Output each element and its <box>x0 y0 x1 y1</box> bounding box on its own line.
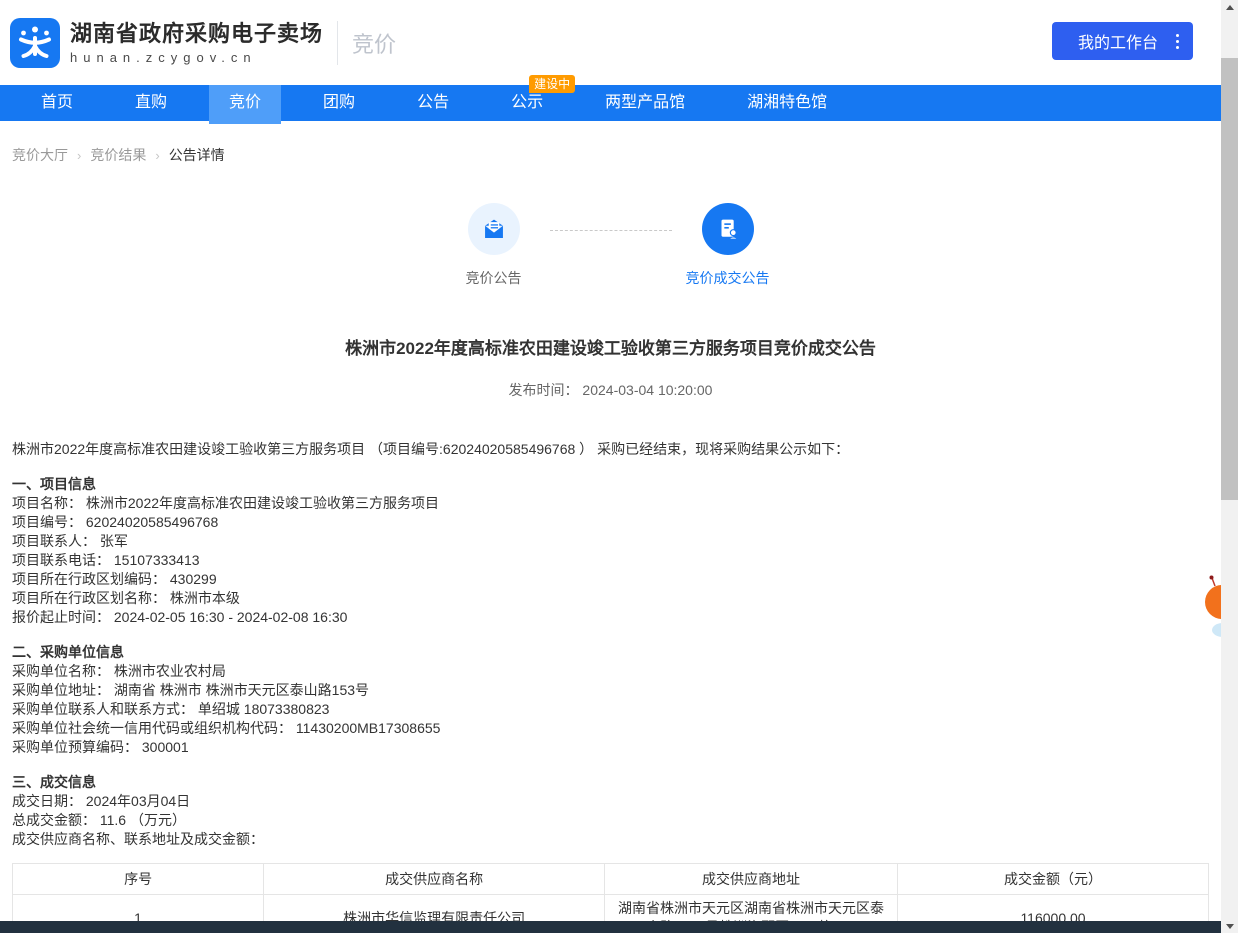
under-construction-badge: 建设中 <box>529 75 575 93</box>
scrollbar-up-arrow-icon[interactable] <box>1221 0 1238 14</box>
publish-time: 发布时间： 2024-03-04 10:20:00 <box>0 380 1221 400</box>
step-indicator: 竞价公告 竞价成交公告 <box>0 203 1221 288</box>
nav-item-publicity[interactable]: 公示 建设中 <box>491 85 563 121</box>
brand-block: 湖南省政府采购电子卖场 hunan.zcygov.cn <box>70 21 323 65</box>
scrollbar-thumb[interactable] <box>1221 58 1238 500</box>
table-header-row: 序号 成交供应商名称 成交供应商地址 成交金额（元） <box>13 864 1209 895</box>
project-region-name: 项目所在行政区划名称： 株洲市本级 <box>12 589 1209 608</box>
breadcrumb: 竞价大厅 › 竞价结果 › 公告详情 <box>0 121 1221 165</box>
envelope-icon <box>468 203 520 255</box>
deal-total-amount: 总成交金额： 11.6 （万元） <box>12 811 1209 830</box>
section3-heading: 三、成交信息 <box>12 773 1209 792</box>
step-label-deal-announcement: 竞价成交公告 <box>672 268 784 288</box>
breadcrumb-separator-icon: › <box>155 148 159 163</box>
header-supplier-name: 成交供应商名称 <box>264 864 605 895</box>
nav-item-announcement[interactable]: 公告 <box>397 85 469 121</box>
notice-body: 株洲市2022年度高标准农田建设竣工验收第三方服务项目 （项目编号:620240… <box>0 440 1221 933</box>
breadcrumb-bidding-hall[interactable]: 竞价大厅 <box>12 145 68 165</box>
deal-supplier-intro: 成交供应商名称、联系地址及成交金额： <box>12 830 1209 849</box>
breadcrumb-separator-icon: › <box>77 148 81 163</box>
project-phone: 项目联系电话： 15107333413 <box>12 551 1209 570</box>
purchaser-contact: 采购单位联系人和联系方式： 单绍城 18073380823 <box>12 700 1209 719</box>
main-nav: 首页 直购 竞价 团购 公告 公示 建设中 两型产品馆 湖湘特色馆 <box>0 85 1221 121</box>
project-region-code: 项目所在行政区划编码： 430299 <box>12 570 1209 589</box>
workbench-button-label: 我的工作台 <box>1078 29 1158 53</box>
nav-item-two-type-products[interactable]: 两型产品馆 <box>585 85 705 121</box>
purchaser-budget-code: 采购单位预算编码： 300001 <box>12 738 1209 757</box>
notice-intro: 株洲市2022年度高标准农田建设竣工验收第三方服务项目 （项目编号:620240… <box>12 440 1209 459</box>
step-bidding-announcement: 竞价公告 <box>438 203 550 288</box>
step-label-bidding-announcement: 竞价公告 <box>438 268 550 288</box>
more-dots-icon <box>1176 34 1179 49</box>
site-title: 湖南省政府采购电子卖场 <box>70 21 323 47</box>
vertical-scrollbar[interactable] <box>1221 0 1238 933</box>
breadcrumb-announcement-detail: 公告详情 <box>169 145 225 165</box>
header-serial-number: 序号 <box>13 864 264 895</box>
purchaser-credit-code: 采购单位社会统一信用代码或组织机构代码： 11430200MB17308655 <box>12 719 1209 738</box>
purchaser-address: 采购单位地址： 湖南省 株洲市 株洲市天元区泰山路153号 <box>12 681 1209 700</box>
top-header: 湖南省政府采购电子卖场 hunan.zcygov.cn 竞价 我的工作台 <box>0 0 1221 85</box>
header-supplier-address: 成交供应商地址 <box>605 864 898 895</box>
workbench-button[interactable]: 我的工作台 <box>1052 22 1193 60</box>
step-deal-announcement: 竞价成交公告 <box>672 203 784 288</box>
portal-section-label: 竞价 <box>337 21 396 65</box>
site-domain: hunan.zcygov.cn <box>70 50 323 65</box>
project-contact: 项目联系人： 张军 <box>12 532 1209 551</box>
step-connector-line <box>550 230 672 231</box>
footer-bar <box>0 921 1221 933</box>
page: 湖南省政府采购电子卖场 hunan.zcygov.cn 竞价 我的工作台 首页 … <box>0 0 1221 933</box>
deal-date: 成交日期： 2024年03月04日 <box>12 792 1209 811</box>
nav-item-publicity-label: 公示 <box>511 94 543 111</box>
zcy-logo-icon <box>10 18 60 68</box>
quote-time-range: 报价起止时间： 2024-02-05 16:30 - 2024-02-08 16… <box>12 608 1209 627</box>
nav-item-huxiang-specialty[interactable]: 湖湘特色馆 <box>727 85 847 121</box>
service-mascot[interactable] <box>1201 574 1221 640</box>
scrollbar-down-arrow-icon[interactable] <box>1221 919 1238 933</box>
nav-item-bidding[interactable]: 竞价 <box>209 85 281 124</box>
deal-document-icon <box>702 203 754 255</box>
nav-item-group-purchase[interactable]: 团购 <box>303 85 375 121</box>
purchaser-name: 采购单位名称： 株洲市农业农村局 <box>12 662 1209 681</box>
section1-heading: 一、项目信息 <box>12 475 1209 494</box>
section2-heading: 二、采购单位信息 <box>12 643 1209 662</box>
nav-item-direct-purchase[interactable]: 直购 <box>115 85 187 121</box>
nav-item-home[interactable]: 首页 <box>21 85 93 121</box>
project-name: 项目名称： 株洲市2022年度高标准农田建设竣工验收第三方服务项目 <box>12 494 1209 513</box>
notice-title: 株洲市2022年度高标准农田建设竣工验收第三方服务项目竞价成交公告 <box>0 334 1221 359</box>
breadcrumb-bidding-results[interactable]: 竞价结果 <box>90 145 146 165</box>
header-deal-amount: 成交金额（元） <box>898 864 1209 895</box>
project-number: 项目编号： 62024020585496768 <box>12 513 1209 532</box>
